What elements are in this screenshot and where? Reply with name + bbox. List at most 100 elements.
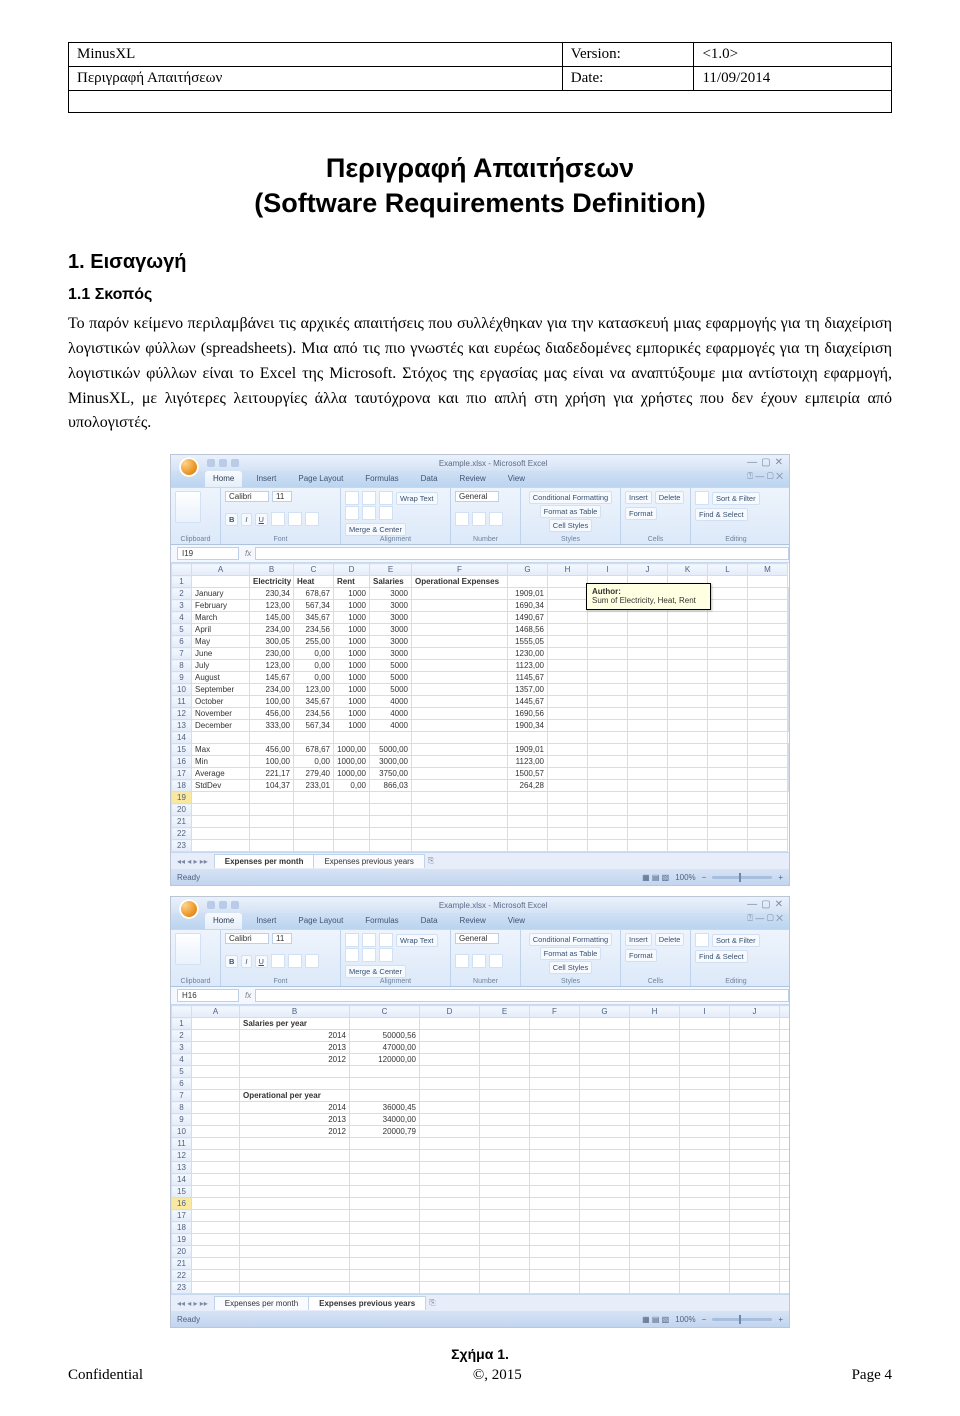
grid-cell[interactable]: 4000	[370, 720, 412, 732]
grid-cell[interactable]	[748, 732, 788, 744]
grid-cell[interactable]: August	[192, 672, 250, 684]
grid-cell[interactable]	[748, 756, 788, 768]
grid-cell[interactable]	[780, 1258, 790, 1270]
row-header[interactable]: 21	[172, 816, 192, 828]
grid-cell[interactable]	[708, 624, 748, 636]
grid-cell[interactable]	[588, 684, 628, 696]
grid-cell[interactable]	[350, 1198, 420, 1210]
column-header[interactable]: L	[708, 564, 748, 576]
conditional-formatting-button[interactable]: Conditional Formatting	[529, 491, 612, 504]
grid-cell[interactable]	[580, 1126, 630, 1138]
grid-cell[interactable]	[588, 792, 628, 804]
grid-cell[interactable]: 3750,00	[370, 768, 412, 780]
grid-cell[interactable]	[680, 1246, 730, 1258]
column-header[interactable]: H	[630, 1006, 680, 1018]
grid-cell[interactable]	[580, 1282, 630, 1294]
grid-cell[interactable]	[530, 1078, 580, 1090]
find-select-button[interactable]: Find & Select	[695, 508, 748, 521]
grid-cell[interactable]: 3000	[370, 612, 412, 624]
grid-cell[interactable]	[240, 1210, 350, 1222]
grid-cell[interactable]	[780, 1078, 790, 1090]
grid-cell[interactable]	[350, 1018, 420, 1030]
grid-cell[interactable]	[680, 1174, 730, 1186]
grid-cell[interactable]	[630, 1234, 680, 1246]
fx-icon[interactable]: fx	[245, 991, 251, 1000]
grid-cell[interactable]	[580, 1102, 630, 1114]
grid-cell[interactable]	[192, 1030, 240, 1042]
grid-cell[interactable]	[294, 804, 334, 816]
grid-cell[interactable]	[370, 840, 412, 852]
grid-cell[interactable]	[680, 1150, 730, 1162]
grid-cell[interactable]	[588, 720, 628, 732]
grid-cell[interactable]	[548, 816, 588, 828]
autosum-icon[interactable]	[695, 491, 709, 505]
grid-cell[interactable]	[250, 840, 294, 852]
grid-cell[interactable]	[630, 1090, 680, 1102]
grid-cell[interactable]	[350, 1222, 420, 1234]
grid-cell[interactable]	[350, 1138, 420, 1150]
column-header[interactable]: G	[580, 1006, 630, 1018]
grid-cell[interactable]	[680, 1030, 730, 1042]
grid-cell[interactable]	[628, 840, 668, 852]
column-header[interactable]: D	[334, 564, 370, 576]
grid-cell[interactable]	[708, 720, 748, 732]
italic-button[interactable]: I	[241, 955, 251, 968]
grid-cell[interactable]	[412, 660, 508, 672]
row-header[interactable]: 17	[172, 768, 192, 780]
grid-cell[interactable]	[548, 612, 588, 624]
grid-cell[interactable]	[420, 1102, 480, 1114]
grid-cell[interactable]	[530, 1054, 580, 1066]
grid-cell[interactable]	[788, 660, 789, 672]
grid-cell[interactable]	[420, 1078, 480, 1090]
grid-cell[interactable]	[788, 612, 789, 624]
grid-cell[interactable]	[192, 792, 250, 804]
grid-cell[interactable]	[192, 1258, 240, 1270]
grid-cell[interactable]	[780, 1198, 790, 1210]
grid-cell[interactable]: 2013	[240, 1114, 350, 1126]
ribbon-tab-home[interactable]: Home	[205, 471, 242, 487]
ribbon-tab-view[interactable]: View	[500, 471, 533, 487]
row-header[interactable]: 13	[172, 720, 192, 732]
ribbon-tab-pagelayout[interactable]: Page Layout	[290, 471, 351, 487]
grid-cell[interactable]	[350, 1078, 420, 1090]
grid-cell[interactable]	[240, 1246, 350, 1258]
grid-cell[interactable]	[530, 1186, 580, 1198]
grid-cell[interactable]	[748, 768, 788, 780]
grid-cell[interactable]: 234,00	[250, 684, 294, 696]
grid-cell[interactable]	[708, 684, 748, 696]
grid-cell[interactable]	[628, 756, 668, 768]
row-header[interactable]: 1	[172, 576, 192, 588]
sort-filter-button[interactable]: Sort & Filter	[712, 492, 760, 505]
grid-cell[interactable]	[530, 1198, 580, 1210]
grid-cell[interactable]	[508, 804, 548, 816]
grid-cell[interactable]: 1000,00	[334, 744, 370, 756]
grid-cell[interactable]	[580, 1018, 630, 1030]
grid-cell[interactable]: 0,00	[294, 672, 334, 684]
grid-cell[interactable]	[480, 1234, 530, 1246]
grid-cell[interactable]	[630, 1282, 680, 1294]
grid-cell[interactable]	[548, 780, 588, 792]
grid-cell[interactable]	[708, 780, 748, 792]
grid-cell[interactable]: 255,00	[294, 636, 334, 648]
align-icon[interactable]	[379, 491, 393, 505]
grid-cell[interactable]	[668, 672, 708, 684]
align-icon[interactable]	[345, 506, 359, 520]
grid-cell[interactable]: Electricity	[250, 576, 294, 588]
grid-cell[interactable]	[588, 696, 628, 708]
grid-cell[interactable]	[420, 1066, 480, 1078]
grid-cell[interactable]	[680, 1054, 730, 1066]
grid-cell[interactable]	[334, 816, 370, 828]
grid-cell[interactable]	[334, 732, 370, 744]
fill-color-icon[interactable]	[288, 512, 302, 526]
grid-cell[interactable]: 5000,00	[370, 744, 412, 756]
grid-cell[interactable]	[530, 1258, 580, 1270]
grid-cell[interactable]	[530, 1162, 580, 1174]
grid-cell[interactable]	[730, 1054, 780, 1066]
autosum-icon[interactable]	[695, 933, 709, 947]
grid-cell[interactable]	[480, 1078, 530, 1090]
grid-cell[interactable]	[350, 1258, 420, 1270]
grid-cell[interactable]: 1357,00	[508, 684, 548, 696]
grid-cell[interactable]	[680, 1090, 730, 1102]
column-header[interactable]: I	[680, 1006, 730, 1018]
bold-button[interactable]: B	[225, 955, 238, 968]
